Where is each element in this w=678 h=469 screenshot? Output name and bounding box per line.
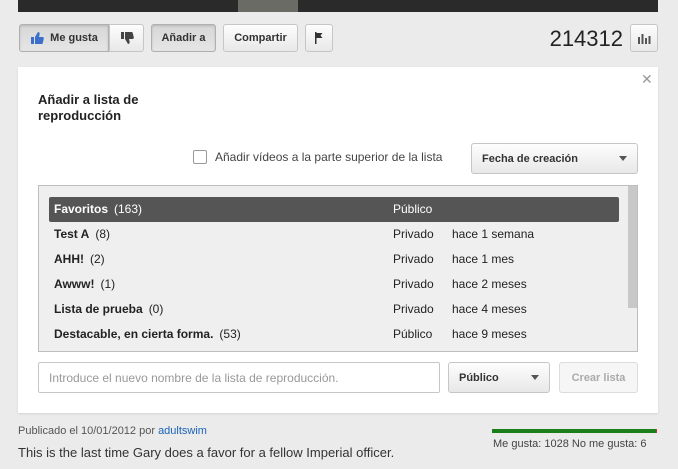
video-frame-detail <box>238 0 298 12</box>
create-playlist-button[interactable]: Crear lista <box>559 362 638 393</box>
thumbs-up-icon <box>31 32 44 44</box>
like-label: Me gusta <box>50 32 98 44</box>
playlist-date: hace 4 meses <box>452 302 527 316</box>
playlist-name-wrap: Test A (8) <box>54 227 110 241</box>
like-ratio-fill <box>492 429 656 433</box>
playlist-count: (0) <box>148 302 164 316</box>
playlist-list: Favoritos (163) Público Test A (8) Privado… <box>38 185 638 352</box>
add-to-button[interactable]: Añadir a <box>151 24 216 52</box>
playlist-row-test-a[interactable]: Test A (8) Privado hace 1 semana <box>49 222 619 247</box>
sort-dropdown[interactable]: Fecha de creación <box>471 143 638 174</box>
flag-button[interactable] <box>305 24 333 52</box>
published-info: Publicado el 10/01/2012 por adultswim <box>18 425 207 437</box>
view-count: 214312 <box>549 26 623 51</box>
playlist-name: Destacable, en cierta forma. <box>54 327 214 341</box>
add-to-playlist-panel: ✕ Añadir a lista de reproducción Añadir … <box>18 67 658 413</box>
like-stats: Me gusta: 1028 No me gusta: 6 <box>493 438 647 450</box>
author-link[interactable]: adultswim <box>158 425 207 437</box>
stats-icon <box>638 34 651 44</box>
playlist-count: (163) <box>114 202 143 216</box>
like-ratio-bar <box>492 429 657 433</box>
playlist-date: hace 1 mes <box>452 252 515 266</box>
flag-icon <box>315 32 323 44</box>
video-player-bottom <box>18 0 658 12</box>
like-button[interactable]: Me gusta <box>19 24 109 52</box>
share-button[interactable]: Compartir <box>223 24 298 52</box>
playlist-name-wrap: Awww! (1) <box>54 277 115 291</box>
playlist-privacy: Privado <box>393 302 434 316</box>
list-scrollbar[interactable] <box>628 186 637 308</box>
playlist-privacy: Privado <box>393 227 434 241</box>
playlist-name: Test A <box>54 227 90 241</box>
video-description: This is the last time Gary does a favor … <box>18 445 395 460</box>
playlist-row-awww[interactable]: Awww! (1) Privado hace 2 meses <box>49 272 619 297</box>
add-to-top-checkbox[interactable] <box>193 150 207 164</box>
playlist-name-wrap: Favoritos (163) <box>54 202 142 216</box>
playlist-count: (1) <box>100 277 116 291</box>
playlist-privacy: Privado <box>393 252 434 266</box>
add-to-top-label[interactable]: Añadir vídeos a la parte superior de la … <box>215 150 442 164</box>
sort-selected-label: Fecha de creación <box>482 152 578 165</box>
privacy-selected-label: Público <box>459 371 499 384</box>
playlist-name: Awww! <box>54 277 95 291</box>
playlist-name-wrap: Lista de prueba (0) <box>54 302 163 316</box>
playlist-privacy: Privado <box>393 277 434 291</box>
playlist-count: (53) <box>219 327 241 341</box>
published-prefix: Publicado el 10/01/2012 por <box>18 425 155 437</box>
playlist-name: Lista de prueba <box>54 302 143 316</box>
thumbs-down-icon <box>120 32 134 44</box>
chevron-down-icon <box>531 375 539 380</box>
playlist-row-favoritos[interactable]: Favoritos (163) Público <box>49 197 619 222</box>
stats-button[interactable] <box>630 24 658 52</box>
playlist-row-ahh[interactable]: AHH! (2) Privado hace 1 mes <box>49 247 619 272</box>
playlist-row-destacable[interactable]: Destacable, en cierta forma. (53) Público… <box>49 322 619 347</box>
playlist-count: (2) <box>90 252 105 266</box>
privacy-dropdown[interactable]: Público <box>448 362 550 393</box>
new-playlist-name-input[interactable] <box>38 362 440 393</box>
dislike-button[interactable] <box>109 24 144 52</box>
playlist-privacy: Público <box>393 202 433 216</box>
playlist-date: hace 1 semana <box>452 227 535 241</box>
playlist-name-wrap: Destacable, en cierta forma. (53) <box>54 327 241 341</box>
panel-title: Añadir a lista de reproducción <box>38 92 139 123</box>
playlist-date: hace 9 meses <box>452 327 527 341</box>
close-icon[interactable]: ✕ <box>641 71 653 88</box>
playlist-date: hace 2 meses <box>452 277 527 291</box>
playlist-name: Favoritos <box>54 202 109 216</box>
playlist-privacy: Público <box>393 327 433 341</box>
playlist-name-wrap: AHH! (2) <box>54 252 105 266</box>
playlist-name: AHH! <box>54 252 84 266</box>
playlist-row-lista-de-prueba[interactable]: Lista de prueba (0) Privado hace 4 meses <box>49 297 619 322</box>
playlist-count: (8) <box>95 227 111 241</box>
chevron-down-icon <box>619 156 627 161</box>
